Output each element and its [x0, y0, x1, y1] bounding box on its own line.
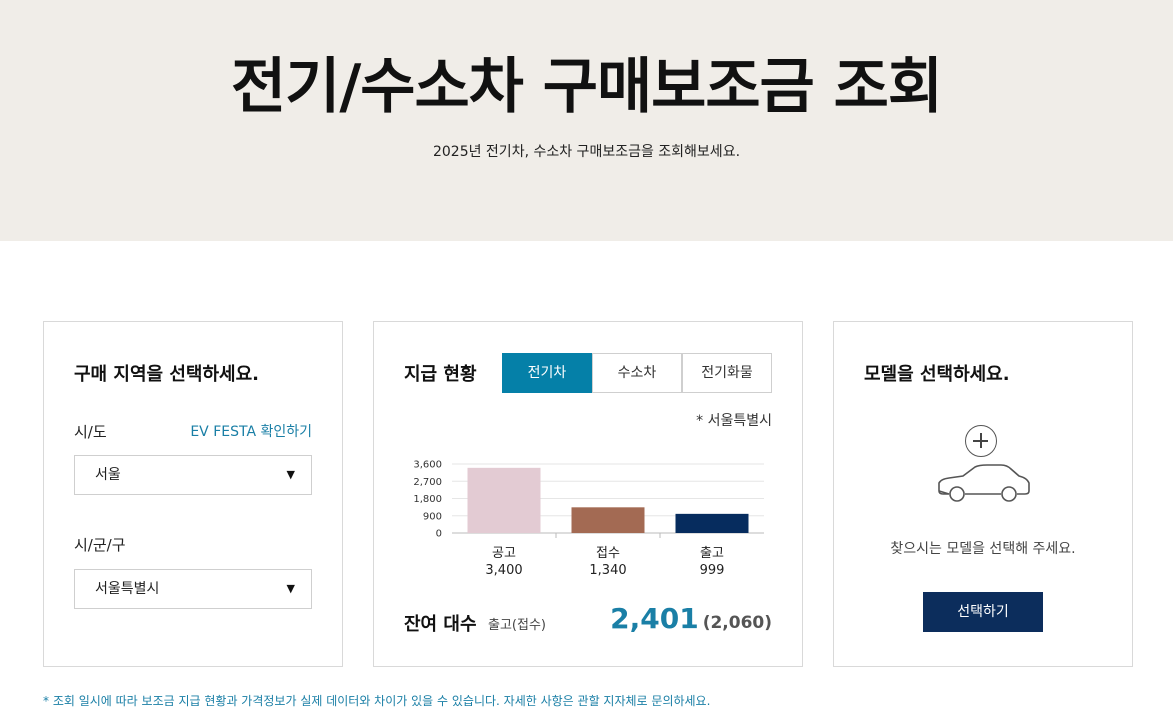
disclaimer-text: * 조회 일시에 따라 보조금 지급 현황과 가격정보가 실제 데이터와 차이가… — [43, 694, 711, 708]
bar — [675, 513, 749, 533]
page-title: 전기/수소차 구매보조금 조회 — [230, 52, 943, 122]
remaining-received-count: (2,060) — [702, 613, 772, 633]
tab-hydrogen[interactable]: 수소차 — [592, 353, 682, 393]
model-card: 모델을 선택하세요. 찾으시는 모델을 선택해 주세요. 선택하기 — [833, 321, 1133, 667]
payment-status-card: 지급 현황 전기차 수소차 전기화물 * 서울특별시 0 900 1,800 2,70… — [373, 321, 803, 667]
car-icon[interactable] — [935, 461, 1031, 503]
status-card-title: 지급 현황 — [404, 364, 477, 385]
y-tick-label: 900 — [423, 511, 442, 522]
y-tick-label: 1,800 — [413, 494, 442, 505]
page-subtitle: 2025년 전기차, 수소차 구매보조금을 조회해보세요. — [432, 144, 741, 160]
caret-down-icon: ▼ — [286, 468, 295, 481]
remaining-label: 잔여 대수 — [404, 614, 477, 635]
y-tick-label: 2,700 — [413, 477, 442, 488]
bar-value-label: 1,340 — [589, 563, 626, 578]
region-card: 구매 지역을 선택하세요. 시/도 EV FESTA 확인하기 서울 ▼ 시/군… — [43, 321, 343, 667]
model-hint: 찾으시는 모델을 선택해 주세요. — [890, 541, 1076, 557]
sigungu-select-value: 서울특별시 — [95, 581, 160, 597]
region-card-title: 구매 지역을 선택하세요. — [74, 364, 259, 385]
remaining-sub-label: 출고(접수) — [488, 618, 546, 633]
region-note: * 서울특별시 — [696, 413, 772, 429]
remaining-value: 2,401 (2,060) — [610, 602, 772, 635]
sigungu-select[interactable]: 서울특별시 ▼ — [74, 569, 312, 609]
plus-circle-icon[interactable] — [965, 425, 997, 457]
ev-festa-link[interactable]: EV FESTA 확인하기 — [190, 421, 312, 441]
y-tick-label: 0 — [436, 529, 442, 540]
tab-ev[interactable]: 전기차 — [502, 353, 592, 393]
tab-electric-truck[interactable]: 전기화물 — [682, 353, 772, 393]
sido-select-value: 서울 — [95, 467, 121, 483]
model-card-title: 모델을 선택하세요. — [864, 364, 1010, 385]
sigungu-label: 시/군/구 — [74, 536, 126, 554]
caret-down-icon: ▼ — [286, 582, 295, 595]
bar — [467, 467, 541, 533]
sido-label: 시/도 — [74, 423, 107, 441]
remaining-count: 2,401 — [610, 602, 699, 635]
x-category-label: 접수 — [596, 546, 620, 561]
x-category-label: 공고 — [492, 546, 516, 561]
status-bar-chart: 0 900 1,800 2,700 3,600 공고 3,400 접수 1,340 출고 999 — [413, 460, 764, 578]
sido-select[interactable]: 서울 ▼ — [74, 455, 312, 495]
hero-banner: 전기/수소차 구매보조금 조회 2025년 전기차, 수소차 구매보조금을 조회… — [0, 0, 1173, 241]
bar — [571, 507, 645, 533]
y-tick-label: 3,600 — [413, 460, 442, 471]
x-category-label: 출고 — [700, 546, 724, 561]
bar-value-label: 999 — [700, 563, 725, 578]
bar-value-label: 3,400 — [485, 563, 522, 578]
select-model-button[interactable]: 선택하기 — [923, 592, 1043, 632]
